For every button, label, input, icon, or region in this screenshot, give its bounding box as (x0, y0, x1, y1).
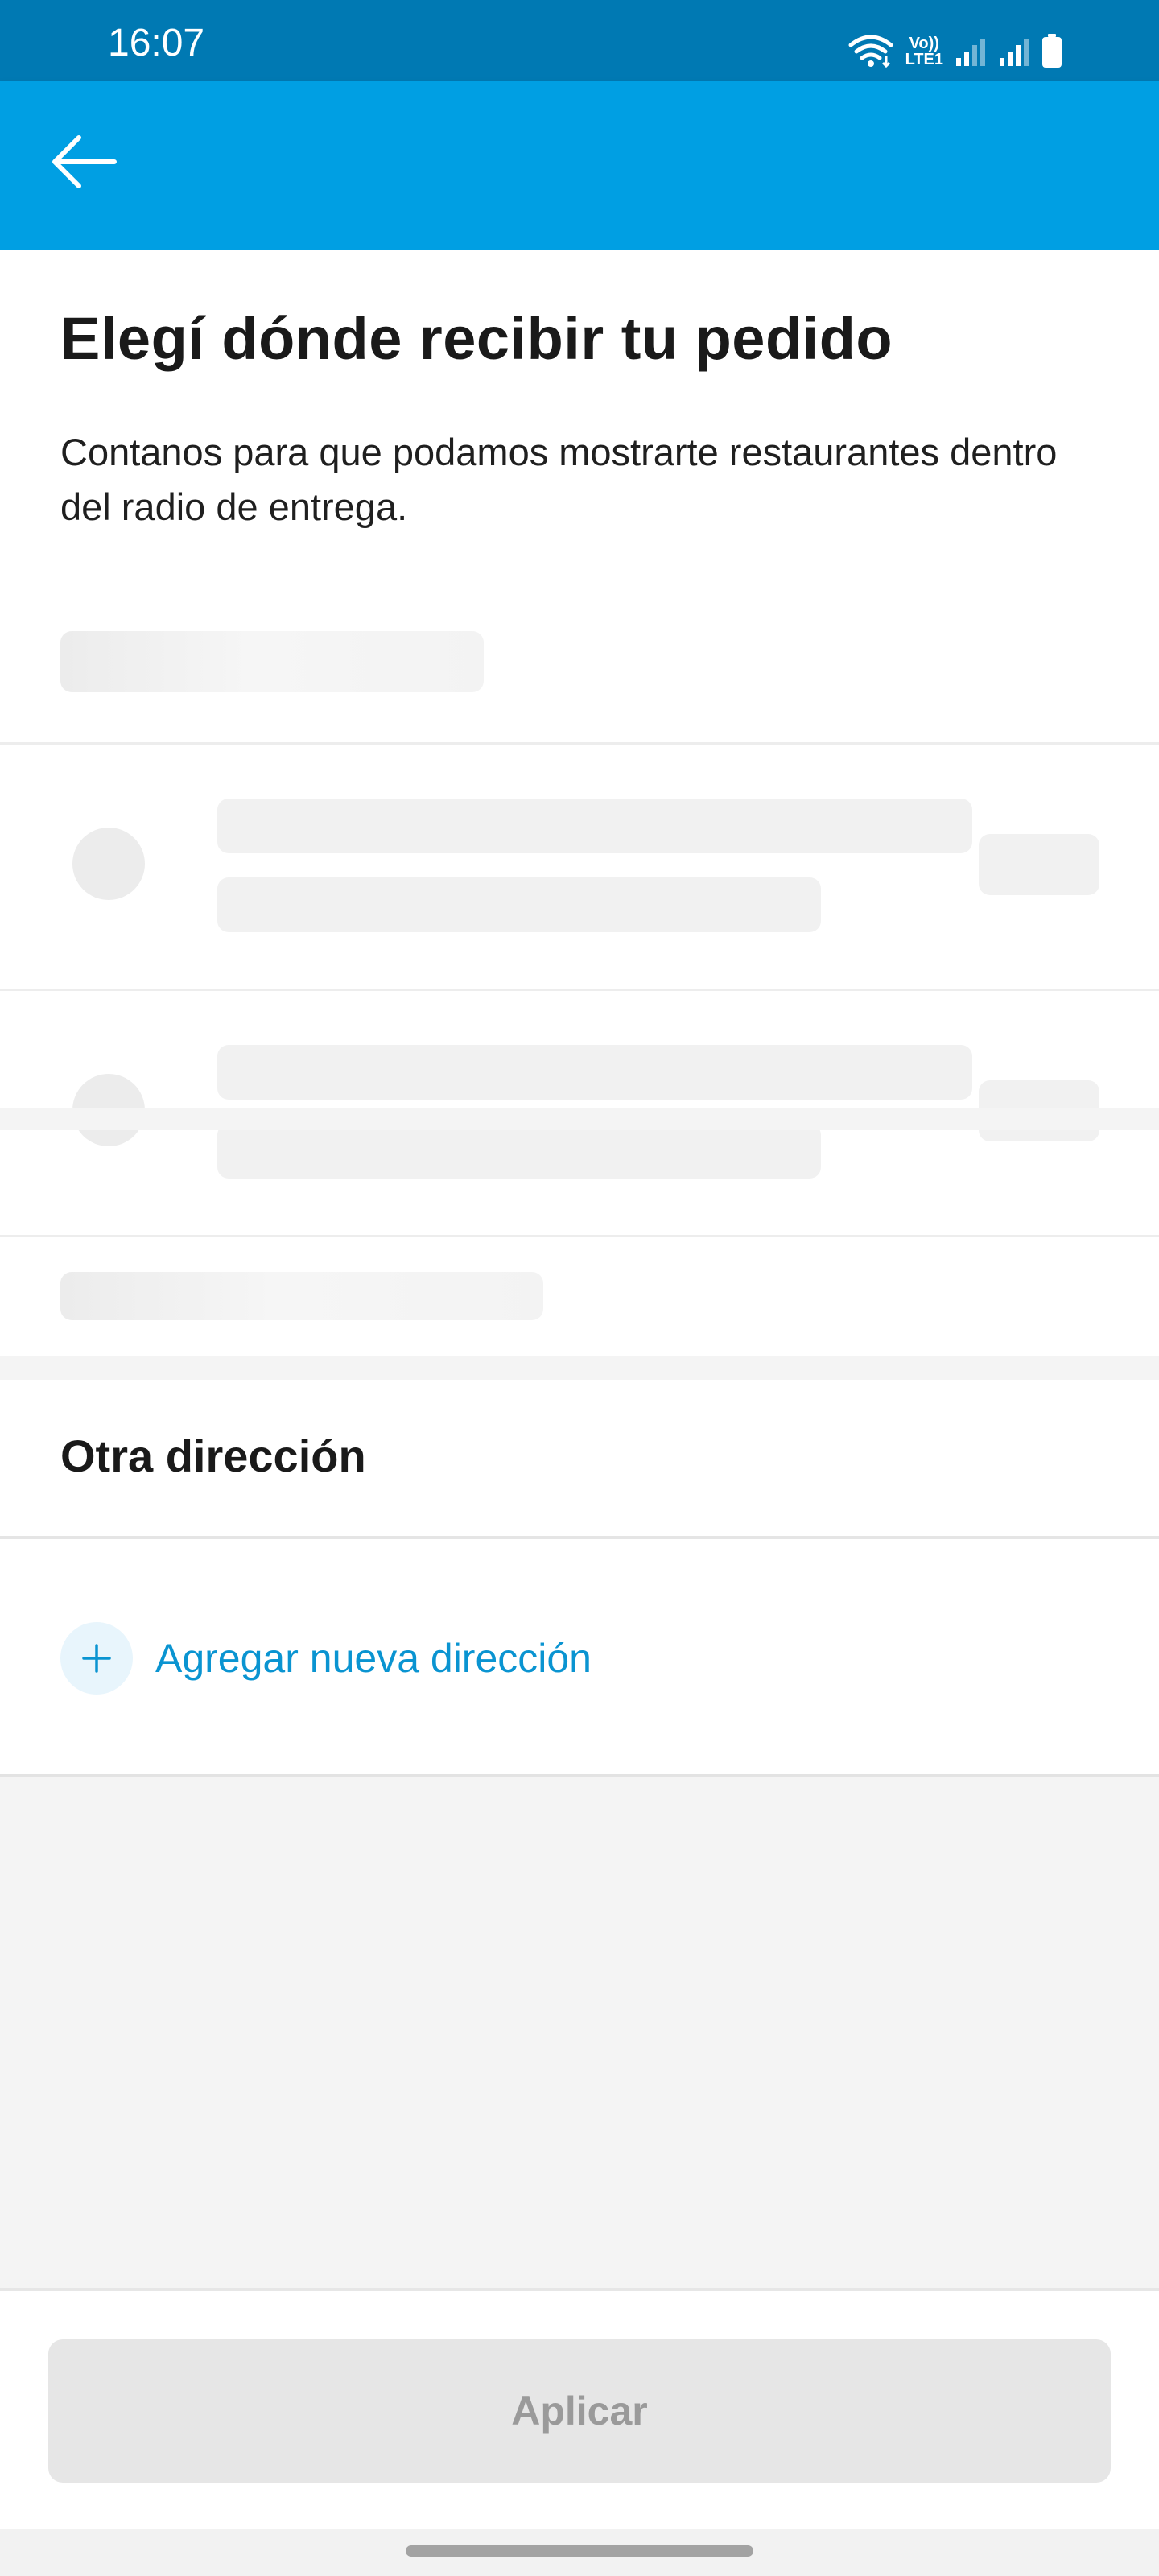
navigation-bar (0, 2529, 1159, 2576)
battery-icon (1041, 34, 1062, 68)
divider (0, 1536, 1159, 1539)
network-type-label: Vo)) LTE1 (905, 35, 943, 68)
signal-icon (955, 35, 987, 68)
apply-button[interactable]: Aplicar (48, 2339, 1111, 2483)
add-address-label: Agregar nueva dirección (155, 1636, 592, 1681)
skeleton-line (217, 1124, 821, 1179)
wifi-icon (848, 32, 894, 68)
skeleton-line (217, 1045, 972, 1100)
plus-icon (60, 1622, 133, 1695)
footer: Aplicar (0, 2288, 1159, 2529)
page-title: Elegí dónde recibir tu pedido (60, 305, 893, 372)
arrow-left-icon (50, 134, 118, 194)
page-subtitle: Contanos para que podamos mostrarte rest… (60, 431, 1058, 528)
status-time: 16:07 (108, 22, 205, 64)
divider (0, 1774, 1159, 1777)
divider (0, 742, 1159, 745)
add-address-button[interactable]: Agregar nueva dirección (60, 1621, 592, 1695)
skeleton-footer-line (60, 1272, 543, 1320)
back-button[interactable] (35, 119, 132, 208)
home-indicator[interactable] (406, 2545, 753, 2557)
other-address-title: Otra dirección (60, 1430, 366, 1481)
address-selection-panel: Elegí dónde recibir tu pedido Contanos p… (0, 250, 1159, 1356)
skeleton-line (217, 877, 821, 932)
skeleton-line (217, 799, 972, 853)
skeleton-avatar (72, 828, 145, 900)
section-gap (0, 1108, 1159, 1130)
status-bar: 16:07 Vo)) LTE1 (0, 0, 1159, 80)
divider (0, 1235, 1159, 1237)
status-icons: Vo)) LTE1 (848, 29, 1062, 68)
skeleton-section-header (60, 631, 484, 692)
app-bar (0, 80, 1159, 250)
other-address-section: Otra dirección Agregar nueva dirección (0, 1380, 1159, 1777)
signal-icon (998, 35, 1030, 68)
divider (0, 989, 1159, 991)
skeleton-badge (979, 834, 1099, 895)
